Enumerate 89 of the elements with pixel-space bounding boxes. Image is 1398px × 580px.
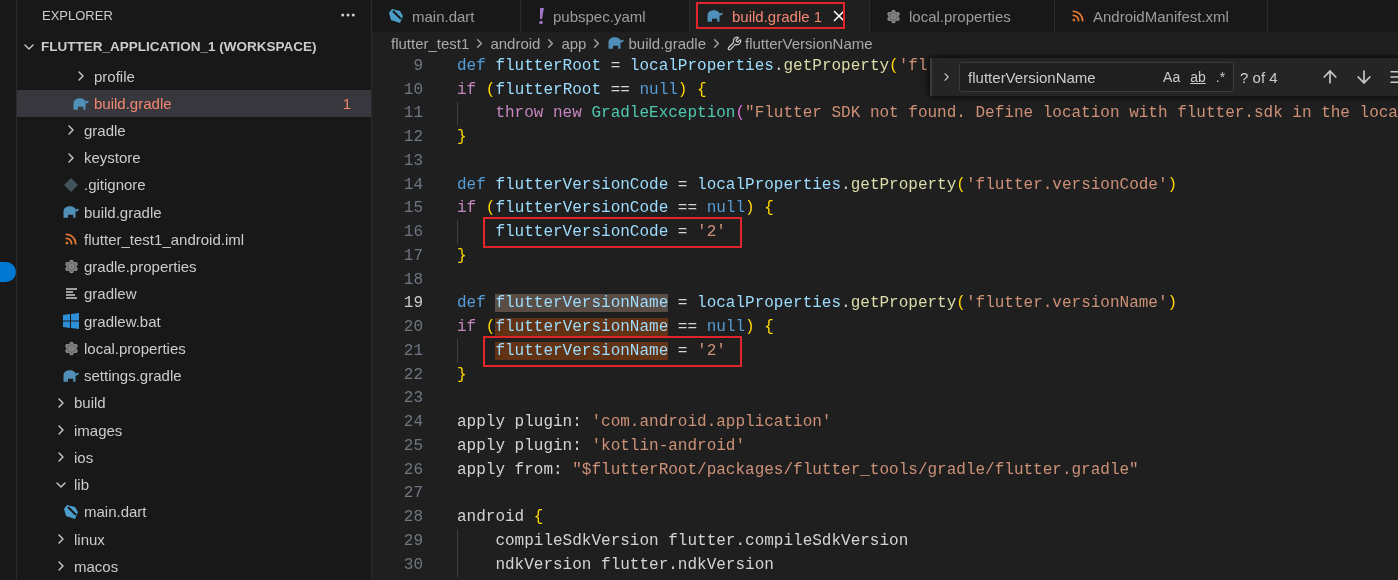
file-item[interactable]: settings.gradle [17,362,371,390]
text-lines-icon [64,287,78,300]
dart-icon [63,503,79,520]
folder-item[interactable]: build [17,389,371,417]
code-line: flutterVersionCode = '2' [495,223,726,242]
line-number: 28 [402,508,423,527]
file-item[interactable]: gradlew.bat [17,307,371,335]
elephant-icon [607,36,626,50]
dart-icon [388,8,404,24]
editor-tab[interactable]: build.gradle 1 [690,0,870,32]
file-item[interactable]: build.gradle [17,198,371,226]
line-number: 24 [402,413,423,432]
line-number: 21 [402,341,423,360]
folder-item[interactable]: linux [17,525,371,553]
elephant-icon [72,96,90,110]
diamond-icon [64,177,78,192]
line-number: 11 [402,104,423,123]
find-option-button[interactable]: .* [1213,69,1228,85]
rss-icon [1071,9,1085,23]
code-line: if (flutterVersionCode == null) { [457,199,774,218]
folder-item[interactable]: ios [17,443,371,471]
line-number: 25 [402,436,423,455]
line-number: 23 [402,389,423,408]
code-line: } [457,365,467,384]
find-option-button[interactable]: Aa [1161,69,1183,85]
code-line: def flutterVersionCode = localProperties.getProperty('flutter.versionCode') [457,175,1178,194]
breadcrumb-item[interactable]: android [490,34,541,52]
file-item[interactable]: gradlew [17,280,371,308]
line-number: 14 [402,175,423,194]
match-count: ? of 4 [1240,68,1279,86]
line-number: 13 [402,151,423,170]
line-number: 9 [412,56,423,75]
line-number: 18 [402,270,423,289]
file-item[interactable]: main.dart [17,498,371,526]
breadcrumb-item[interactable]: app [561,34,587,52]
sidebar-title: EXPLORER [42,7,113,23]
line-number: 17 [402,246,423,265]
elephant-icon [62,368,80,383]
line-number: 19 [402,294,423,313]
gear-icon [63,259,79,275]
folder-item[interactable]: images [17,416,371,444]
line-number: 10 [402,80,423,99]
file-item[interactable]: flutter_test1_android.iml [17,225,371,254]
code-line: ndkVersion flutter.ndkVersion [495,555,774,574]
code-line: apply plugin: 'com.android.application' [457,413,832,432]
find-option-button[interactable]: ab [1188,69,1208,85]
line-number: 15 [402,199,423,218]
gear-icon [886,8,901,24]
code-line: compileSdkVersion flutter.compileSdkVersion [495,531,909,550]
line-number: 30 [402,555,423,574]
code-line: apply from: "$flutterRoot/packages/flutter_tools/gradle/flutter.gradle" [457,460,1139,479]
gear-icon [63,340,79,356]
folder-item[interactable]: profile [17,62,371,90]
file-item[interactable]: .gitignore [17,171,371,199]
problem-count: 1 [342,94,351,112]
file-item[interactable]: build.gradle 1 [17,89,371,117]
elephant-icon [706,9,724,23]
code-line: apply plugin: 'kotlin-android' [457,436,746,455]
elephant-icon [62,205,80,219]
code-line: throw new GradleException("Flutter SDK not found. Define location with flutter.sdk in the loca [495,104,1398,123]
exclamation-icon [537,7,545,25]
breadcrumb-item[interactable]: build.gradle [628,34,707,52]
code-line: if (flutterRoot == null) { [457,80,707,99]
code-line: def flutterRoot = localProperties.getProperty('fl [457,56,928,75]
line-number: 12 [402,128,423,147]
line-number: 16 [402,223,423,242]
code-line: } [457,128,467,147]
line-number: 29 [402,531,423,550]
rss-icon [64,232,78,247]
code-line: android { [457,508,544,527]
folder-item[interactable]: gradle [17,116,371,145]
line-number: 20 [402,318,423,337]
folder-item[interactable]: lib [17,470,371,499]
code-line: } [457,246,467,265]
file-item[interactable]: gradle.properties [17,253,371,281]
file-item[interactable]: local.properties [17,334,371,362]
breadcrumb-item[interactable]: flutter_test1 [391,34,470,52]
code-line: if (flutterVersionName == null) { [457,318,774,337]
line-number: 26 [402,460,423,479]
code-line: def flutterVersionName = localProperties.getProperty('flutter.versionName') [457,294,1178,313]
line-number: 22 [402,365,423,384]
wrench-icon [727,35,743,51]
find-field[interactable]: flutterVersionName Aa ab .* [959,62,1235,92]
line-number: 27 [402,484,423,503]
folder-item[interactable]: keystore [17,144,371,172]
workspace-header[interactable]: FLUTTER_APPLICATION_1 (WORKSPACE) [17,30,371,63]
folder-item[interactable]: macos [17,552,371,580]
breadcrumb-item[interactable]: flutterVersionName [745,34,873,52]
windows-icon [63,313,79,330]
